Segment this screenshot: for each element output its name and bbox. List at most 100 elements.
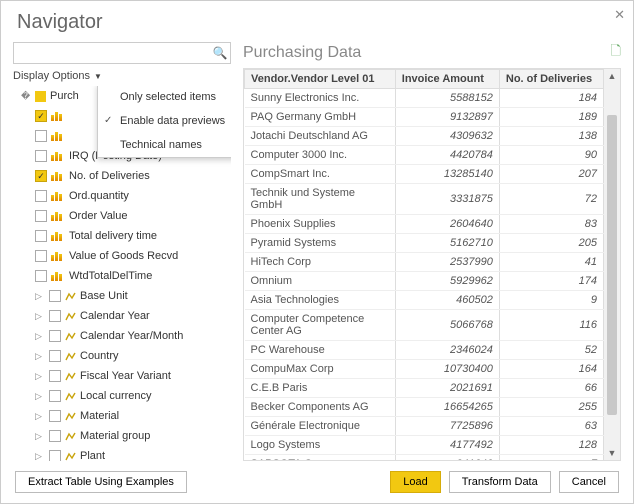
caret-icon: ▷ bbox=[35, 311, 45, 322]
table-row[interactable]: PAQ Germany GmbH9132897189 bbox=[245, 108, 604, 127]
table-row[interactable]: Sunny Electronics Inc.5588152184 bbox=[245, 89, 604, 108]
table-row[interactable]: Pyramid Systems5162710205 bbox=[245, 234, 604, 253]
checkbox[interactable] bbox=[35, 250, 47, 262]
vertical-scrollbar[interactable]: ▲ ▼ bbox=[604, 69, 620, 460]
checkbox[interactable] bbox=[35, 190, 47, 202]
tree-folder-label: Material group bbox=[80, 430, 150, 442]
checkbox[interactable]: ✓ bbox=[35, 170, 47, 182]
checkbox[interactable] bbox=[49, 350, 61, 362]
tree-folder[interactable]: ▷Base Unit bbox=[17, 286, 231, 306]
checkbox[interactable] bbox=[49, 430, 61, 442]
search-icon[interactable]: 🔍 bbox=[210, 46, 230, 60]
preview-options-icon[interactable]: 🗋 bbox=[611, 42, 621, 64]
menu-technical-names[interactable]: Technical names bbox=[98, 133, 231, 157]
table-row[interactable]: Computer Competence Center AG5066768116 bbox=[245, 310, 604, 341]
tree-folder[interactable]: ▷Fiscal Year Variant bbox=[17, 366, 231, 386]
menu-only-selected[interactable]: Only selected items bbox=[98, 86, 231, 109]
table-row[interactable]: HiTech Corp253799041 bbox=[245, 253, 604, 272]
cancel-button[interactable]: Cancel bbox=[559, 471, 619, 493]
table-cell: Becker Components AG bbox=[245, 398, 396, 417]
table-cell: 13285140 bbox=[395, 165, 499, 184]
table-row[interactable]: SAPSOTA Corp3416407 bbox=[245, 455, 604, 461]
checkbox[interactable] bbox=[35, 130, 47, 142]
table-row[interactable]: Technik und Systeme GmbH333187572 bbox=[245, 184, 604, 215]
dimension-icon bbox=[65, 411, 76, 422]
search-input[interactable] bbox=[14, 43, 210, 63]
checkbox[interactable] bbox=[49, 290, 61, 302]
checkbox[interactable]: ✓ bbox=[35, 110, 47, 122]
checkbox[interactable] bbox=[35, 270, 47, 282]
table-row[interactable]: Computer 3000 Inc.442078490 bbox=[245, 146, 604, 165]
tree-folder[interactable]: ▷ Calendar Year bbox=[17, 306, 231, 326]
table-row[interactable]: Jotachi Deutschland AG4309632138 bbox=[245, 127, 604, 146]
table-row[interactable]: CompSmart Inc.13285140207 bbox=[245, 165, 604, 184]
navigator-dialog: ✕ Navigator 🔍 Display Options ▼ Only sel… bbox=[0, 0, 634, 504]
checkbox[interactable] bbox=[35, 150, 47, 162]
checkbox[interactable] bbox=[49, 390, 61, 402]
checkbox[interactable] bbox=[49, 310, 61, 322]
data-grid: Vendor.Vendor Level 01Invoice AmountNo. … bbox=[244, 69, 604, 460]
tree-item[interactable]: Order Value bbox=[17, 206, 231, 226]
search-box[interactable]: 🔍 bbox=[13, 42, 231, 64]
column-header[interactable]: Vendor.Vendor Level 01 bbox=[245, 70, 396, 89]
tree-folder[interactable]: ▷Plant bbox=[17, 446, 231, 461]
table-cell: C.E.B Paris bbox=[245, 379, 396, 398]
table-row[interactable]: Asia Technologies4605029 bbox=[245, 291, 604, 310]
table-cell: Logo Systems bbox=[245, 436, 396, 455]
table-row[interactable]: CompuMax Corp10730400164 bbox=[245, 360, 604, 379]
table-cell: 116 bbox=[499, 310, 603, 341]
column-header[interactable]: Invoice Amount bbox=[395, 70, 499, 89]
table-row[interactable]: Phoenix Supplies260464083 bbox=[245, 215, 604, 234]
table-cell: 10730400 bbox=[395, 360, 499, 379]
table-cell: 5066768 bbox=[395, 310, 499, 341]
tree-folder[interactable]: ▷Local currency bbox=[17, 386, 231, 406]
measure-icon bbox=[51, 171, 65, 181]
table-row[interactable]: C.E.B Paris202169166 bbox=[245, 379, 604, 398]
table-cell: 16654265 bbox=[395, 398, 499, 417]
tree-folder[interactable]: ▷Material group bbox=[17, 426, 231, 446]
table-cell: 255 bbox=[499, 398, 603, 417]
table-row[interactable]: PC Warehouse234602452 bbox=[245, 341, 604, 360]
column-header[interactable]: No. of Deliveries bbox=[499, 70, 603, 89]
caret-icon: ▷ bbox=[35, 411, 45, 422]
tree-folder[interactable]: ▷Country bbox=[17, 346, 231, 366]
tree-item[interactable]: ✓No. of Deliveries bbox=[17, 166, 231, 186]
tree-item[interactable]: WtdTotalDelTime bbox=[17, 266, 231, 286]
table-row[interactable]: Générale Electronique772589663 bbox=[245, 417, 604, 436]
table-cell: 66 bbox=[499, 379, 603, 398]
measure-icon bbox=[51, 191, 65, 201]
extract-table-button[interactable]: Extract Table Using Examples bbox=[15, 471, 187, 493]
checkbox[interactable] bbox=[49, 450, 61, 461]
table-cell: Technik und Systeme GmbH bbox=[245, 184, 396, 215]
table-cell: Générale Electronique bbox=[245, 417, 396, 436]
tree-item[interactable]: Value of Goods Recvd bbox=[17, 246, 231, 266]
tree-folder[interactable]: ▷Calendar Year/Month bbox=[17, 326, 231, 346]
tree-item[interactable]: Ord.quantity bbox=[17, 186, 231, 206]
scroll-up-icon[interactable]: ▲ bbox=[608, 71, 617, 81]
tree-folder-label: Fiscal Year Variant bbox=[80, 370, 171, 382]
table-cell: 2537990 bbox=[395, 253, 499, 272]
checkbox[interactable] bbox=[49, 330, 61, 342]
table-row[interactable]: Becker Components AG16654265255 bbox=[245, 398, 604, 417]
tree-folder[interactable]: ▷Material bbox=[17, 406, 231, 426]
checkbox[interactable] bbox=[35, 210, 47, 222]
table-row[interactable]: Logo Systems4177492128 bbox=[245, 436, 604, 455]
scroll-thumb[interactable] bbox=[607, 115, 617, 415]
table-cell: Jotachi Deutschland AG bbox=[245, 127, 396, 146]
table-cell: 83 bbox=[499, 215, 603, 234]
tree-item[interactable]: Total delivery time bbox=[17, 226, 231, 246]
load-button[interactable]: Load bbox=[390, 471, 440, 493]
left-pane: 🔍 Display Options ▼ Only selected items … bbox=[13, 42, 231, 461]
close-icon[interactable]: ✕ bbox=[614, 7, 625, 23]
transform-data-button[interactable]: Transform Data bbox=[449, 471, 551, 493]
table-row[interactable]: Omnium5929962174 bbox=[245, 272, 604, 291]
display-options-dropdown[interactable]: Display Options ▼ bbox=[13, 70, 231, 82]
checkbox[interactable] bbox=[49, 370, 61, 382]
measure-icon bbox=[51, 111, 65, 121]
tree-folder-label: Calendar Year bbox=[80, 310, 150, 322]
scroll-down-icon[interactable]: ▼ bbox=[608, 448, 617, 458]
checkbox[interactable] bbox=[35, 230, 47, 242]
menu-enable-previews[interactable]: Enable data previews bbox=[98, 109, 231, 133]
table-cell: 2604640 bbox=[395, 215, 499, 234]
checkbox[interactable] bbox=[49, 410, 61, 422]
